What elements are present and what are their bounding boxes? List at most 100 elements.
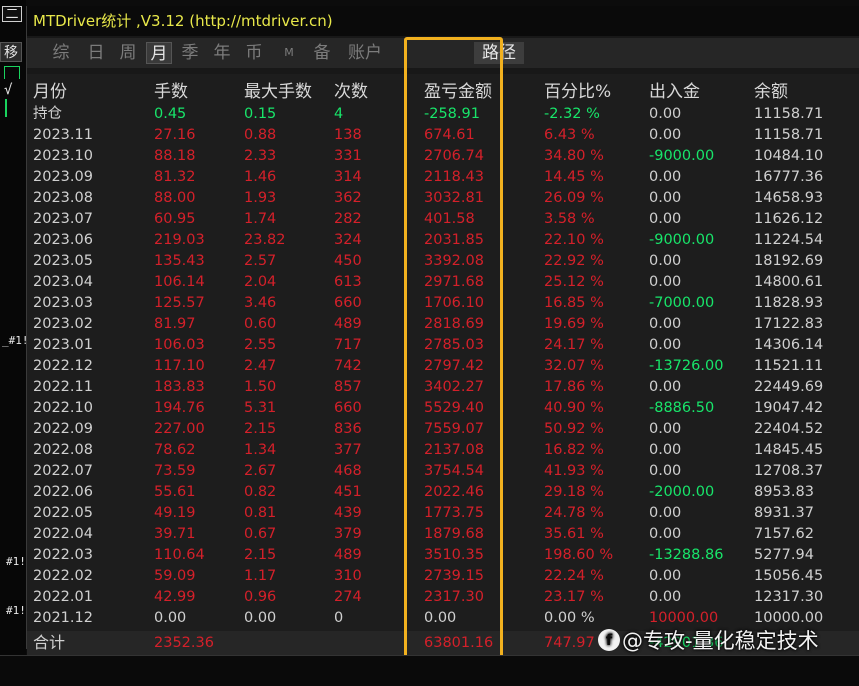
chart-order-label: _#1! xyxy=(2,334,29,347)
cell-lots: 125.57 xyxy=(154,295,205,311)
cell-flow: 0.00 xyxy=(649,337,682,353)
cell-flow: -2000.00 xyxy=(649,484,715,500)
cell-flow: 0.00 xyxy=(649,316,682,332)
cell-month: 2023.10 xyxy=(33,148,93,164)
cell-count: 836 xyxy=(334,421,362,437)
cell-balance: 12708.37 xyxy=(754,463,824,479)
cell-lots: 106.14 xyxy=(154,274,205,290)
cell-lots: 227.00 xyxy=(154,421,205,437)
move-button[interactable]: 移 xyxy=(0,42,22,62)
tab-2[interactable]: 周 xyxy=(116,42,140,64)
cell-flow: -9000.00 xyxy=(649,232,715,248)
cell-balance: 11521.11 xyxy=(754,358,824,374)
cell-balance: 11224.54 xyxy=(754,232,824,248)
cell-month: 2021.12 xyxy=(33,610,93,626)
watermark: f @专攻-量化稳定技术 xyxy=(598,624,819,658)
cell-month: 2023.04 xyxy=(33,274,93,290)
cell-lots: 117.10 xyxy=(154,358,205,374)
cell-pct: 40.90 % xyxy=(544,400,604,416)
cell-count: 717 xyxy=(334,337,362,353)
cell-pct: -2.32 % xyxy=(544,106,600,122)
cell-month: 2023.11 xyxy=(33,127,93,143)
cell-flow: 0.00 xyxy=(649,274,682,290)
cell-max-lots: 0.96 xyxy=(244,589,277,605)
cell-lots: 194.76 xyxy=(154,400,205,416)
tab-5[interactable]: 年 xyxy=(210,42,234,64)
cell-lots: 81.32 xyxy=(154,169,196,185)
check-mark-icon: √ xyxy=(4,82,13,98)
cell-month: 2022.03 xyxy=(33,547,93,563)
cell-count: 742 xyxy=(334,358,362,374)
cell-month: 2022.02 xyxy=(33,568,93,584)
cell-pct: 17.86 % xyxy=(544,379,604,395)
cell-month: 2023.01 xyxy=(33,337,93,353)
cell-pct: 3.58 % xyxy=(544,211,595,227)
cell-pct: 16.85 % xyxy=(544,295,604,311)
cell-max-lots: 1.93 xyxy=(244,190,277,206)
tab-8[interactable]: 备 xyxy=(310,42,334,64)
cell-pct: 41.93 % xyxy=(544,463,604,479)
watermark-text: @专攻-量化稳定技术 xyxy=(622,629,819,653)
cell-balance: 14800.61 xyxy=(754,274,824,290)
tab-3[interactable]: 月 xyxy=(146,42,172,64)
cell-flow: -13288.86 xyxy=(649,547,724,563)
cell-count: 362 xyxy=(334,190,362,206)
cell-count: 660 xyxy=(334,400,362,416)
cell-month: 2023.05 xyxy=(33,253,93,269)
cell-lots: 135.43 xyxy=(154,253,205,269)
cell-balance: 11626.12 xyxy=(754,211,824,227)
cell-pct: 6.43 % xyxy=(544,127,595,143)
cell-lots: 27.16 xyxy=(154,127,196,143)
cell-max-lots: 0.88 xyxy=(244,127,277,143)
cell-max-lots: 0.81 xyxy=(244,505,277,521)
column-header-lots: 手数 xyxy=(154,82,188,102)
tab-1[interactable]: 日 xyxy=(84,42,108,64)
column-header-count: 次数 xyxy=(334,82,368,102)
bottom-bar xyxy=(0,655,859,686)
cell-month: 2022.10 xyxy=(33,400,93,416)
cell-count: 0 xyxy=(334,610,344,626)
cell-lots: 49.19 xyxy=(154,505,196,521)
cell-flow: -9000.00 xyxy=(649,148,715,164)
cell-flow: -7000.00 xyxy=(649,295,715,311)
cell-pct: 24.78 % xyxy=(544,505,604,521)
cell-max-lots: 0.60 xyxy=(244,316,277,332)
cell-flow: -13726.00 xyxy=(649,358,724,374)
cell-max-lots: 2.15 xyxy=(244,421,277,437)
candle-icon xyxy=(5,99,7,117)
logo-icon: f xyxy=(598,629,620,651)
cell-lots: 39.71 xyxy=(154,526,196,542)
cell-max-lots: 5.31 xyxy=(244,400,277,416)
cell-max-lots: 3.46 xyxy=(244,295,277,311)
cell-month: 2022.08 xyxy=(33,442,93,458)
cell-flow: 0.00 xyxy=(649,505,682,521)
menu-icon[interactable]: 二 xyxy=(2,6,22,22)
cell-max-lots: 1.50 xyxy=(244,379,277,395)
tab-4[interactable]: 季 xyxy=(178,42,202,64)
tab-7[interactable]: M xyxy=(277,42,301,64)
cell-pct: 22.10 % xyxy=(544,232,604,248)
cell-count: 857 xyxy=(334,379,362,395)
cell-lots: 110.64 xyxy=(154,547,205,563)
chart-order-label: #1! xyxy=(6,604,26,617)
cell-lots: 60.95 xyxy=(154,211,196,227)
tab-9[interactable]: 账户 xyxy=(345,42,385,64)
cell-pct: 23.17 % xyxy=(544,589,604,605)
tab-0[interactable]: 综 xyxy=(49,42,73,64)
column-header-cash-flow: 出入金 xyxy=(649,82,700,102)
cell-flow: 0.00 xyxy=(649,211,682,227)
tab-6[interactable]: 币 xyxy=(242,42,266,64)
cell-count: 379 xyxy=(334,526,362,542)
cell-flow: -8886.50 xyxy=(649,400,715,416)
cell-lots: 88.18 xyxy=(154,148,196,164)
cell-count: 660 xyxy=(334,295,362,311)
cell-pct: 0.00 % xyxy=(544,610,595,626)
column-header-max-lots: 最大手数 xyxy=(244,82,312,102)
cell-balance: 10484.10 xyxy=(754,148,824,164)
cell-balance: 19047.42 xyxy=(754,400,824,416)
cell-lots: 73.59 xyxy=(154,463,196,479)
cell-month: 2022.04 xyxy=(33,526,93,542)
candle-icon xyxy=(4,66,20,79)
cell-flow: 0.00 xyxy=(649,589,682,605)
cell-lots: 55.61 xyxy=(154,484,196,500)
